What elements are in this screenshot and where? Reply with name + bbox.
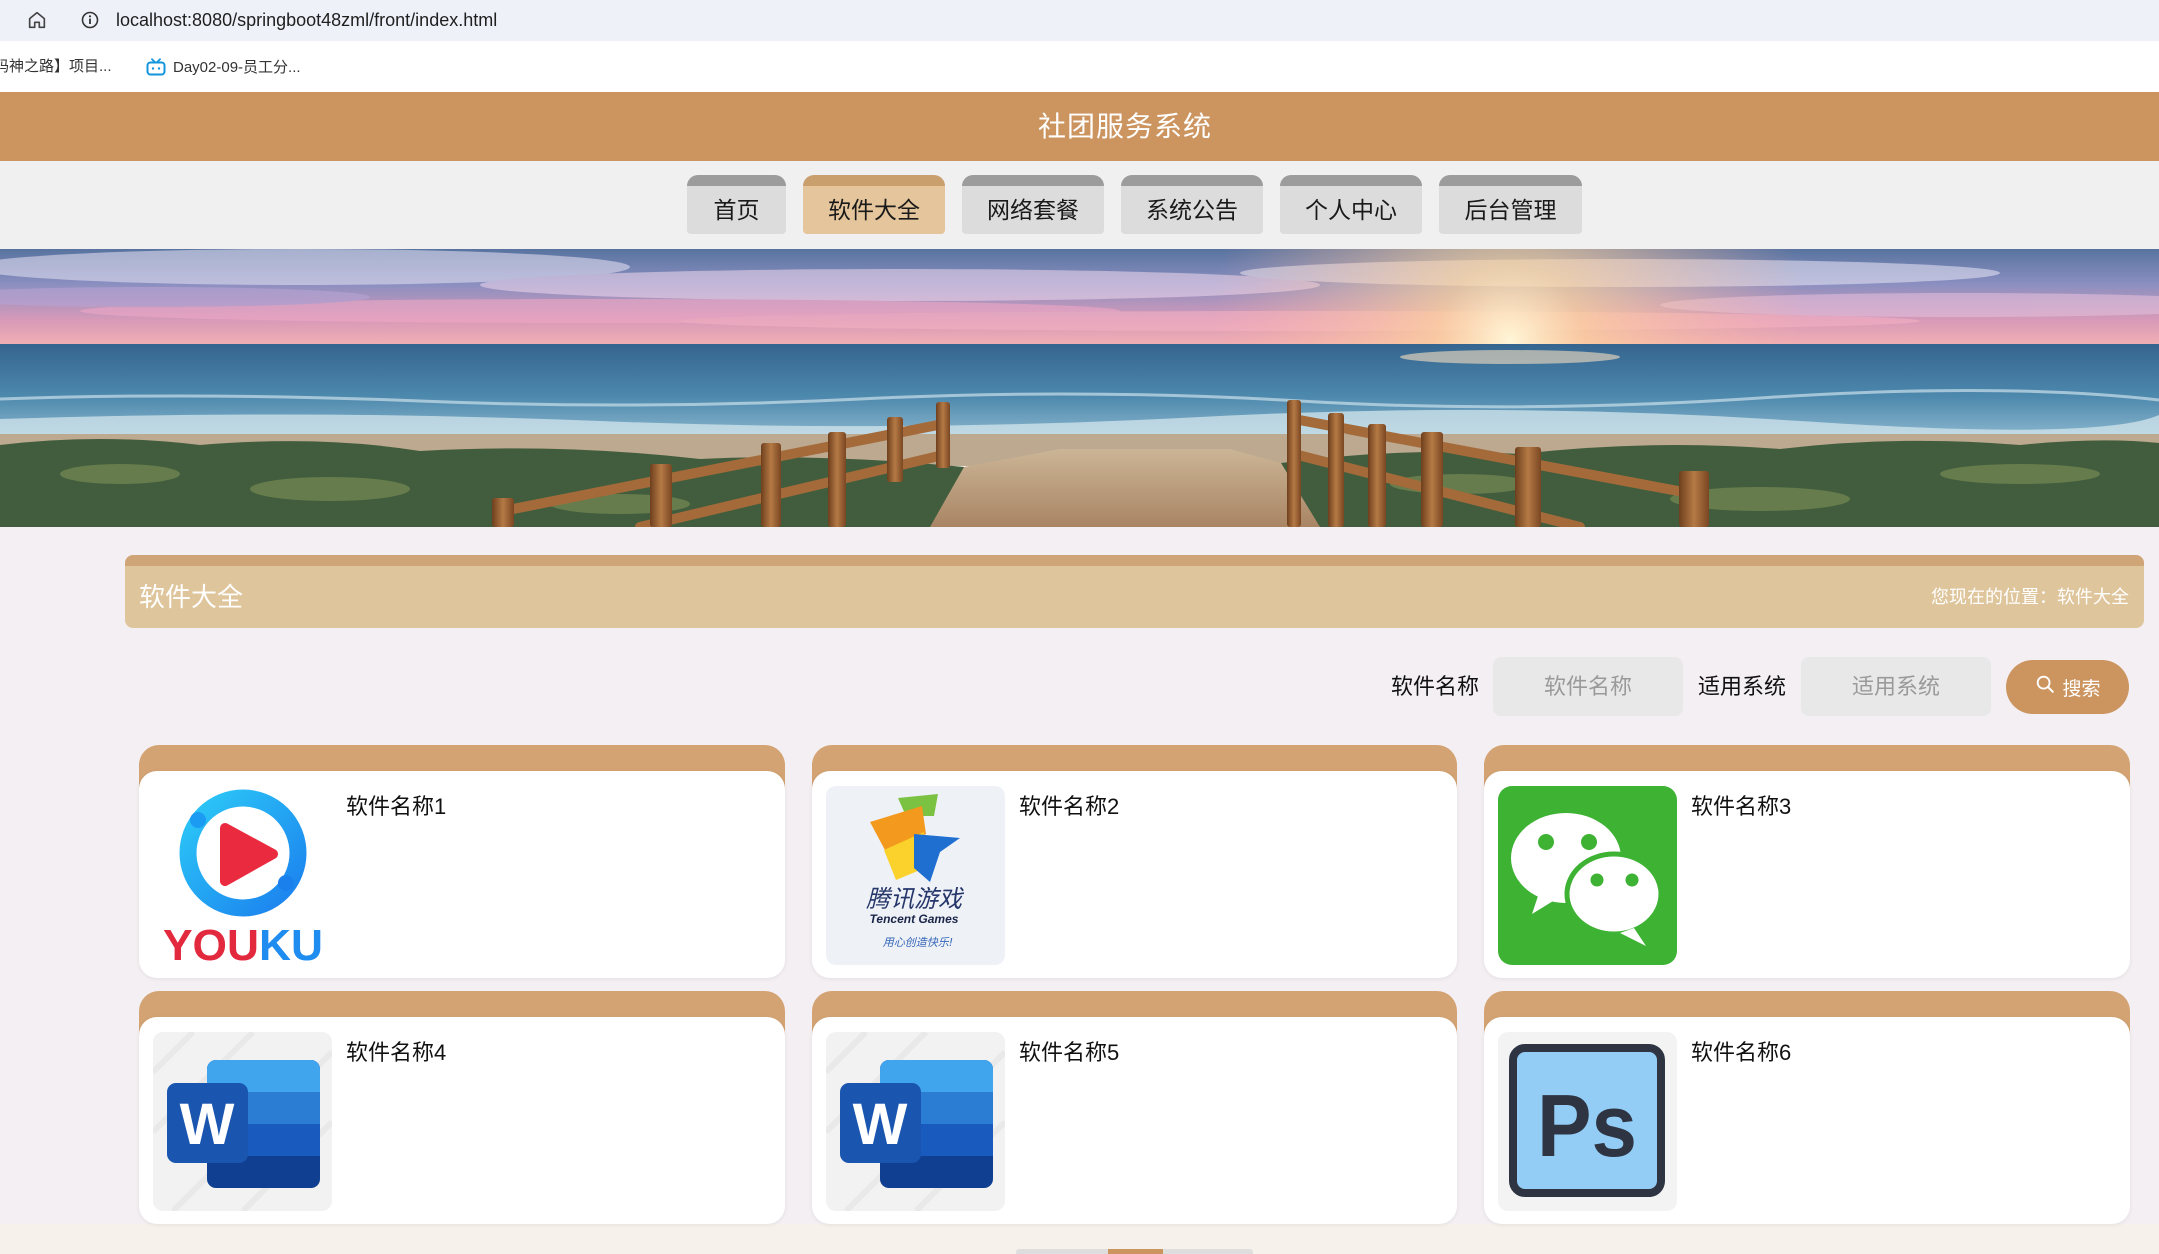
logo-text: W xyxy=(180,1092,235,1157)
section-header: 软件大全 您现在的位置：软件大全 xyxy=(125,555,2144,628)
software-name: 软件名称6 xyxy=(1691,1040,1792,1065)
bookmark-item[interactable]: Day02-09-员工分... xyxy=(146,41,301,92)
main-nav: 首页 软件大全 网络套餐 系统公告 个人中心 后台管理 xyxy=(0,161,2159,249)
search-button-label: 搜索 xyxy=(2062,678,2101,700)
nav-item-profile[interactable]: 个人中心 xyxy=(1280,175,1422,234)
wechat-logo xyxy=(1498,786,1677,965)
banner-image xyxy=(0,249,2159,527)
software-name: 软件名称1 xyxy=(346,794,447,819)
software-card[interactable]: YOUKU 软件名称1 xyxy=(139,745,785,978)
search-icon xyxy=(2034,673,2056,701)
logo-text: Ps xyxy=(1537,1076,1637,1175)
browser-toolbar: localhost:8080/springboot48zml/front/ind… xyxy=(0,0,2159,41)
logo-text: KU xyxy=(259,921,323,965)
software-name-label: 软件名称 xyxy=(1391,674,1480,699)
site-info-icon[interactable] xyxy=(80,10,100,30)
youku-logo: YOUKU xyxy=(153,786,332,965)
nav-item-announcements[interactable]: 系统公告 xyxy=(1121,175,1263,234)
software-card[interactable]: 腾讯游戏 Tencent Games 用心创造快乐! 软件名称2 xyxy=(812,745,1457,978)
breadcrumb: 您现在的位置：软件大全 xyxy=(1931,587,2129,607)
site-header: 社团服务系统 xyxy=(0,92,2159,161)
photoshop-logo: Ps xyxy=(1498,1032,1677,1211)
tv-icon xyxy=(146,57,166,76)
word-logo: W xyxy=(826,1032,1005,1211)
bookmark-item[interactable]: 码神之路】项目... xyxy=(0,41,112,92)
software-grid: YOUKU 软件名称1 腾讯游戏 Tencent Games 用心创造快乐! 软… xyxy=(139,745,2130,1224)
logo-text: 腾讯游戏 xyxy=(866,885,965,913)
logo-text: YOU xyxy=(163,921,259,965)
software-name: 软件名称5 xyxy=(1019,1040,1120,1065)
nav-item-admin[interactable]: 后台管理 xyxy=(1439,175,1582,234)
software-card[interactable]: Ps 软件名称6 xyxy=(1484,991,2130,1224)
bookmarks-bar: 码神之路】项目... Day02-09-员工分... xyxy=(0,41,2159,92)
pagination-current[interactable] xyxy=(1108,1249,1163,1254)
site-title: 社团服务系统 xyxy=(1038,111,1213,142)
software-card[interactable]: W 软件名称5 xyxy=(812,991,1457,1224)
address-bar-url[interactable]: localhost:8080/springboot48zml/front/ind… xyxy=(116,0,497,41)
logo-slogan: 用心创造快乐! xyxy=(883,936,953,949)
section-title: 软件大全 xyxy=(139,582,244,612)
software-name: 软件名称3 xyxy=(1691,794,1792,819)
software-card[interactable]: 软件名称3 xyxy=(1484,745,2130,978)
software-name-input[interactable] xyxy=(1493,657,1683,716)
bookmark-label: Day02-09-员工分... xyxy=(173,59,301,76)
tencent-games-logo: 腾讯游戏 Tencent Games 用心创造快乐! xyxy=(826,786,1005,965)
nav-item-network-packages[interactable]: 网络套餐 xyxy=(962,175,1104,234)
svg-text:YOUKU: YOUKU xyxy=(163,921,323,965)
logo-text: W xyxy=(853,1092,908,1157)
pagination[interactable] xyxy=(1016,1249,1253,1254)
system-label: 适用系统 xyxy=(1698,674,1787,699)
nav-item-home[interactable]: 首页 xyxy=(687,175,786,234)
system-input[interactable] xyxy=(1801,657,1991,716)
nav-item-software[interactable]: 软件大全 xyxy=(803,175,945,234)
software-name: 软件名称4 xyxy=(346,1040,447,1065)
search-button[interactable]: 搜索 xyxy=(2006,660,2129,714)
word-logo: W xyxy=(153,1032,332,1211)
home-icon[interactable] xyxy=(26,9,48,31)
logo-text: Tencent Games xyxy=(870,912,959,926)
software-card[interactable]: W 软件名称4 xyxy=(139,991,785,1224)
software-name: 软件名称2 xyxy=(1019,794,1120,819)
nav-items: 首页 软件大全 网络套餐 系统公告 个人中心 后台管理 xyxy=(687,175,1582,234)
